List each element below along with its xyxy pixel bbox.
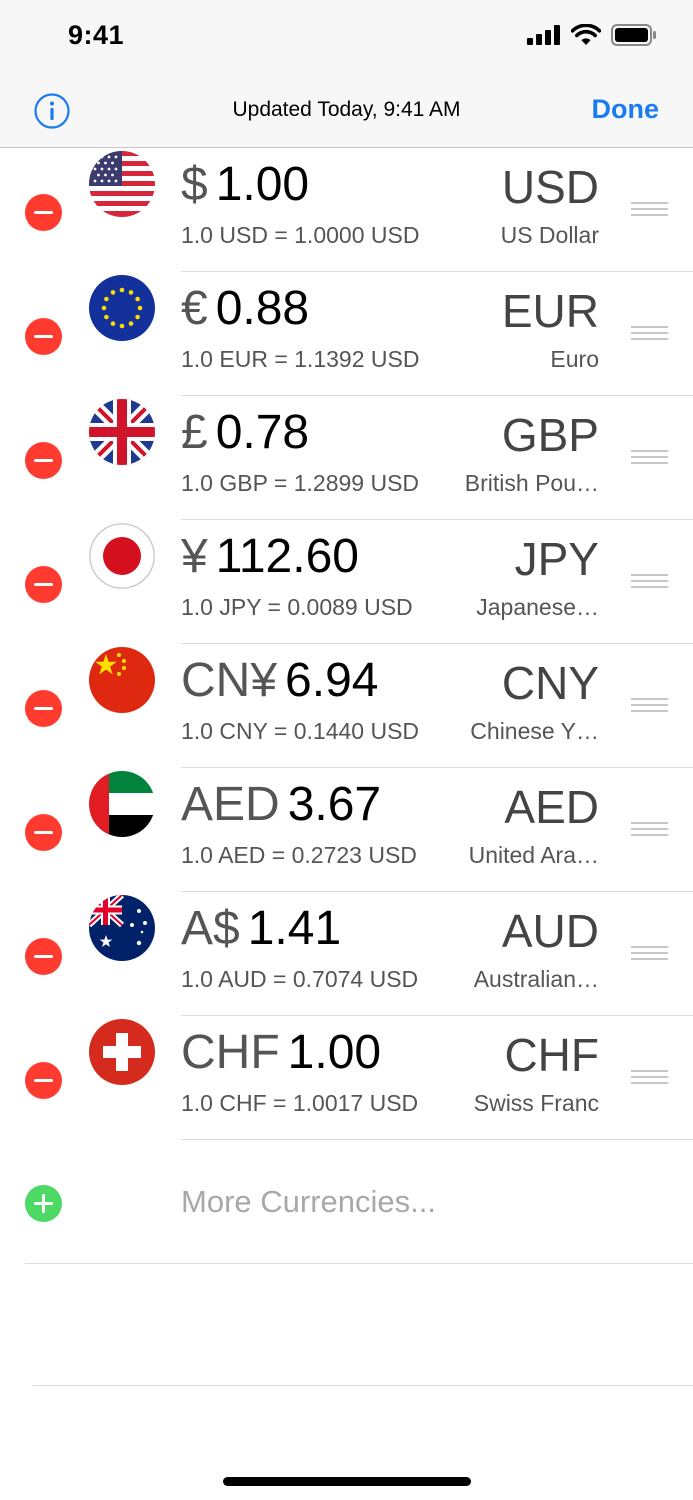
- currency-name: Swiss Franc: [473, 1090, 599, 1116]
- eu-flag-icon: [89, 275, 155, 341]
- exchange-rate: 1.0 AUD = 0.7074 USD: [181, 966, 419, 992]
- currency-symbol: $: [181, 158, 208, 211]
- reorder-handle-icon[interactable]: [631, 202, 668, 216]
- amount-value: 1.00: [215, 158, 310, 211]
- exchange-rate: 1.0 CNY = 0.1440 USD: [181, 718, 420, 744]
- amount-value: 1.41: [247, 902, 342, 955]
- row-divider: [25, 1263, 693, 1264]
- currency-row-aed[interactable]: AED 3.67 1.0 AED = 0.2723 USD AED United …: [0, 768, 693, 892]
- currency-code: USD: [501, 161, 599, 213]
- battery-icon: [611, 24, 656, 46]
- row-divider: [33, 1385, 693, 1386]
- currency-name: US Dollar: [500, 222, 599, 248]
- cellular-signal-icon: [527, 25, 560, 45]
- wifi-icon: [571, 24, 601, 45]
- currency-name: Euro: [550, 346, 599, 372]
- navigation-bar: Updated Today, 9:41 AM Done: [0, 76, 693, 148]
- ae-flag-icon: [89, 771, 155, 837]
- currency-name: Japanese…: [476, 594, 599, 620]
- reorder-handle-icon[interactable]: [631, 450, 668, 464]
- currency-row-jpy[interactable]: ¥112.60 1.0 JPY = 0.0089 USD JPY Japanes…: [0, 520, 693, 644]
- done-button[interactable]: Done: [592, 94, 660, 125]
- amount[interactable]: CHF 1.00: [181, 1026, 381, 1080]
- currency-code: EUR: [501, 285, 599, 337]
- delete-eur-button[interactable]: [25, 318, 62, 355]
- au-flag-icon: [89, 895, 155, 961]
- cn-flag-icon: [89, 647, 155, 713]
- amount-value: 1.00: [287, 1026, 382, 1079]
- currency-row-eur[interactable]: €0.88 1.0 EUR = 1.1392 USD EUR Euro: [0, 272, 693, 396]
- amount[interactable]: AED 3.67: [181, 778, 381, 832]
- amount-value: 112.60: [215, 530, 359, 583]
- currency-symbol: CHF: [181, 1026, 280, 1079]
- us-flag-icon: [89, 151, 155, 217]
- reorder-handle-icon[interactable]: [631, 574, 668, 588]
- delete-usd-button[interactable]: [25, 194, 62, 231]
- currency-row-gbp[interactable]: £0.78 1.0 GBP = 1.2899 USD GBP British P…: [0, 396, 693, 520]
- ch-flag-icon: [89, 1019, 155, 1085]
- currency-code: CNY: [501, 657, 599, 709]
- exchange-rate: 1.0 EUR = 1.1392 USD: [181, 346, 420, 372]
- currency-name: British Pou…: [464, 470, 599, 496]
- reorder-handle-icon[interactable]: [631, 326, 668, 340]
- exchange-rate: 1.0 JPY = 0.0089 USD: [181, 594, 413, 620]
- currency-symbol: A$: [181, 902, 240, 955]
- delete-gbp-button[interactable]: [25, 442, 62, 479]
- currency-row-cny[interactable]: CN¥ 6.94 1.0 CNY = 0.1440 USD CNY Chinese…: [0, 644, 693, 768]
- nav-title: Updated Today, 9:41 AM: [232, 98, 461, 121]
- reorder-handle-icon[interactable]: [631, 698, 668, 712]
- currency-symbol: CN¥: [181, 654, 278, 707]
- amount-value: 3.67: [287, 778, 382, 831]
- more-currencies-label[interactable]: More Currencies...: [181, 1184, 436, 1220]
- currency-code: AUD: [501, 905, 599, 957]
- delete-aud-button[interactable]: [25, 938, 62, 975]
- currency-code: JPY: [514, 533, 599, 585]
- currency-code: GBP: [501, 409, 599, 461]
- exchange-rate: 1.0 AED = 0.2723 USD: [181, 842, 417, 868]
- currency-name: United Ara…: [468, 842, 599, 868]
- currency-symbol: AED: [181, 778, 280, 831]
- home-indicator[interactable]: [223, 1477, 471, 1486]
- amount[interactable]: $1.00: [181, 158, 309, 212]
- delete-jpy-button[interactable]: [25, 566, 62, 603]
- delete-chf-button[interactable]: [25, 1062, 62, 1099]
- add-currency-button[interactable]: [25, 1185, 62, 1222]
- amount-value: 0.88: [215, 282, 310, 335]
- currency-symbol: ¥: [181, 530, 208, 583]
- amount[interactable]: A$ 1.41: [181, 902, 341, 956]
- gb-flag-icon: [89, 399, 155, 465]
- currency-row-chf[interactable]: CHF 1.00 1.0 CHF = 1.0017 USD CHF Swiss F…: [0, 1016, 693, 1140]
- reorder-handle-icon[interactable]: [631, 946, 668, 960]
- currency-name: Australian…: [473, 966, 599, 992]
- delete-aed-button[interactable]: [25, 814, 62, 851]
- currency-symbol: €: [181, 282, 208, 335]
- currency-list: $1.00 1.0 USD = 1.0000 USD USD US Dollar…: [0, 148, 693, 1264]
- more-currencies-row[interactable]: More Currencies...: [0, 1140, 693, 1264]
- reorder-handle-icon[interactable]: [631, 1070, 668, 1084]
- status-time: 9:41: [68, 20, 125, 50]
- jp-flag-icon: [89, 523, 155, 589]
- currency-name: Chinese Y…: [470, 718, 599, 744]
- currency-row-usd[interactable]: $1.00 1.0 USD = 1.0000 USD USD US Dollar: [0, 148, 693, 272]
- currency-row-aud[interactable]: A$ 1.41 1.0 AUD = 0.7074 USD AUD Australi…: [0, 892, 693, 1016]
- amount-value: 0.78: [215, 406, 310, 459]
- currency-code: AED: [504, 781, 599, 833]
- delete-cny-button[interactable]: [25, 690, 62, 727]
- amount-value: 6.94: [285, 654, 379, 707]
- amount[interactable]: €0.88: [181, 282, 309, 336]
- exchange-rate: 1.0 USD = 1.0000 USD: [181, 222, 420, 248]
- status-icons: [527, 24, 657, 46]
- reorder-handle-icon[interactable]: [631, 822, 668, 836]
- exchange-rate: 1.0 GBP = 1.2899 USD: [181, 470, 420, 496]
- amount[interactable]: ¥112.60: [181, 530, 359, 584]
- currency-symbol: £: [181, 406, 208, 459]
- exchange-rate: 1.0 CHF = 1.0017 USD: [181, 1090, 419, 1116]
- amount[interactable]: CN¥ 6.94: [181, 654, 378, 708]
- currency-code: CHF: [504, 1029, 599, 1081]
- amount[interactable]: £0.78: [181, 406, 309, 460]
- status-bar: 9:41: [0, 0, 693, 76]
